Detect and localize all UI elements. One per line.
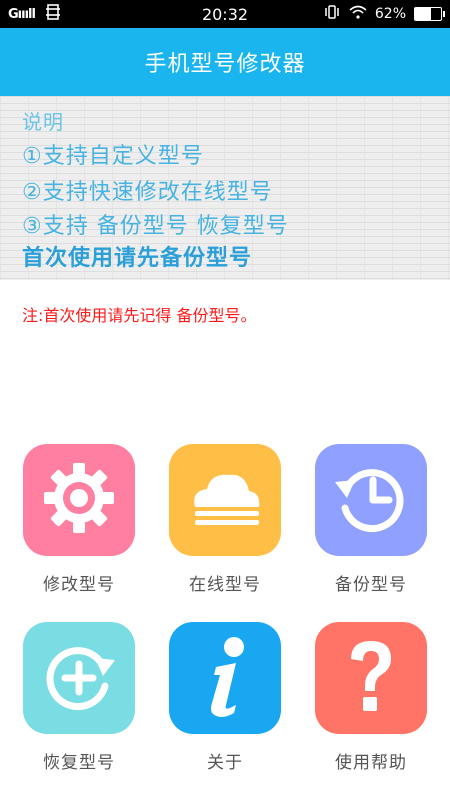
online-model-button[interactable]: 在线型号 xyxy=(152,444,298,595)
about-button[interactable]: 关于 xyxy=(152,622,298,773)
backup-model-button[interactable]: 备份型号 xyxy=(298,444,444,595)
backup-model-tile xyxy=(315,444,427,556)
gear-icon xyxy=(42,461,116,539)
help-label: 使用帮助 xyxy=(335,753,407,773)
backup-model-label: 备份型号 xyxy=(335,575,407,595)
info-icon xyxy=(190,633,260,723)
restore-plus-icon xyxy=(39,636,119,720)
online-model-tile xyxy=(169,444,281,556)
restore-model-label: 恢复型号 xyxy=(43,753,115,773)
online-model-label: 在线型号 xyxy=(189,575,261,595)
battery-percent: 62% xyxy=(374,6,406,22)
restore-model-tile xyxy=(23,622,135,734)
title-bar: 手机型号修改器 xyxy=(0,28,450,96)
banner-line-3: ③支持 备份型号 恢复型号 xyxy=(22,214,289,239)
modify-model-tile xyxy=(23,444,135,556)
help-tile xyxy=(315,622,427,734)
about-tile xyxy=(169,622,281,734)
banner-heading: 说明 xyxy=(22,110,64,134)
banner-line-4: 首次使用请先备份型号 xyxy=(22,246,253,271)
modify-model-label: 修改型号 xyxy=(43,575,115,595)
status-bar: Gıııll 20:32 62% xyxy=(0,0,450,28)
instructions-banner: 说明 ①支持自定义型号 ②支持快速修改在线型号 ③支持 备份型号 恢复型号 首次… xyxy=(0,96,450,280)
vibrate-icon xyxy=(323,4,341,24)
warning-note: 注:首次使用请先记得 备份型号。 xyxy=(22,306,257,325)
battery-icon xyxy=(414,7,445,21)
help-question-icon xyxy=(339,635,403,721)
help-button[interactable]: 使用帮助 xyxy=(298,622,444,773)
about-label: 关于 xyxy=(207,753,243,773)
wifi-icon xyxy=(349,5,367,23)
cloud-icon xyxy=(185,463,265,537)
history-clock-icon xyxy=(331,458,411,542)
banner-line-1: ①支持自定义型号 xyxy=(22,144,204,169)
restore-model-button[interactable]: 恢复型号 xyxy=(6,622,152,773)
modify-model-button[interactable]: 修改型号 xyxy=(6,444,152,595)
banner-line-2: ②支持快速修改在线型号 xyxy=(22,180,273,205)
page-title: 手机型号修改器 xyxy=(144,52,306,77)
